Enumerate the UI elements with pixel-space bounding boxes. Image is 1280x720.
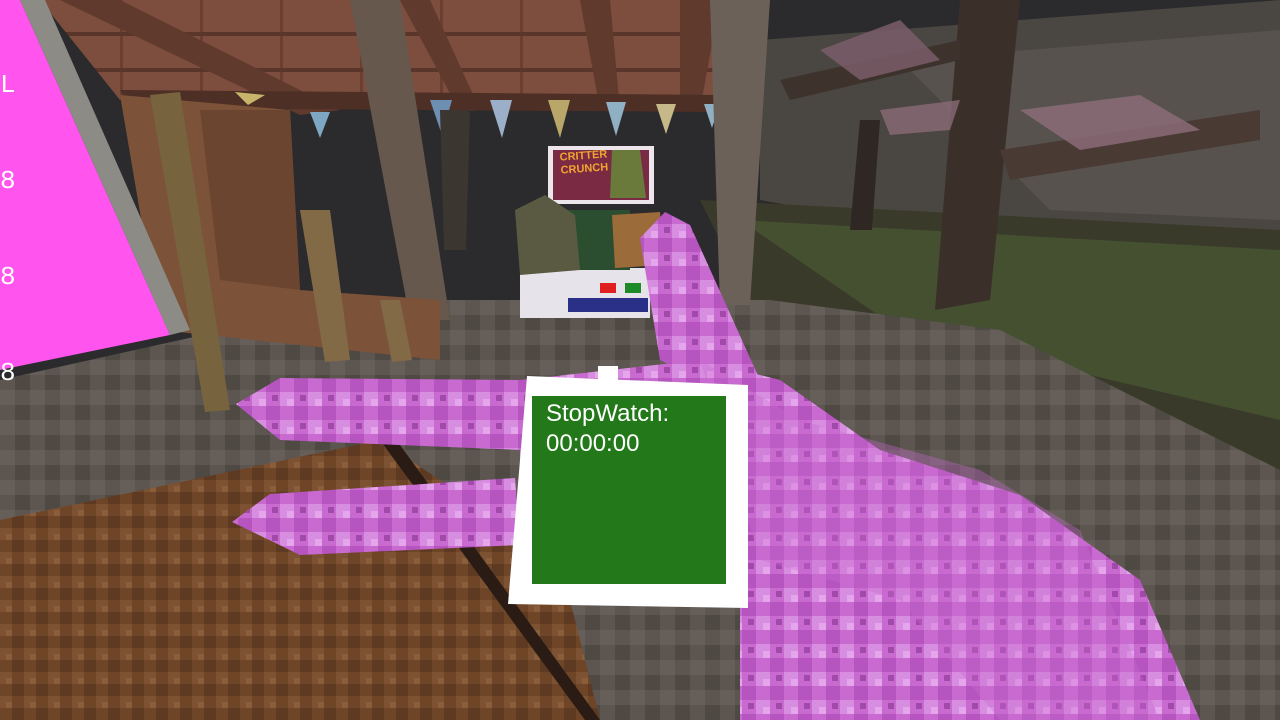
stopwatch-label: StopWatch: [546, 400, 670, 427]
arcade-mascot [610, 150, 646, 198]
scene-render [0, 0, 1280, 720]
wall-glyph: L [0, 70, 16, 100]
watch-top-tab [598, 366, 618, 380]
wall-panel-glyphs: L 8 8 8 [0, 70, 40, 454]
wall-glyph: 8 [0, 358, 16, 388]
arcade-info-plate [568, 298, 648, 312]
wall-glyph: 8 [0, 262, 16, 292]
arcade-red-button [600, 283, 616, 293]
arcade-title: CRITTER CRUNCH [555, 148, 613, 178]
stopwatch-time: 00:00:00 [546, 430, 640, 457]
game-viewport: L 8 8 8 CRITTER CRUNCH StopWatch: 00:00:… [0, 0, 1280, 720]
wall-glyph: 8 [0, 166, 16, 196]
pillar [440, 110, 470, 250]
arcade-green-button [625, 283, 641, 293]
